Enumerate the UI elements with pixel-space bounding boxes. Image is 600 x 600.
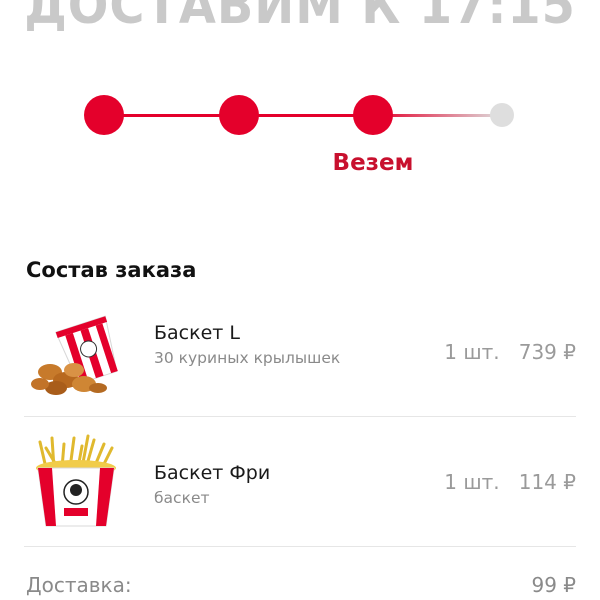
progress-step-2 bbox=[219, 95, 259, 135]
item-price: 739 ₽ bbox=[518, 340, 576, 364]
order-tracking-screen: ДОСТАВИМ К 17:15 Везем Состав заказа Бас… bbox=[0, 0, 600, 600]
item-description: баскет bbox=[154, 489, 210, 507]
progress-step-3 bbox=[353, 95, 393, 135]
fries-bucket-icon bbox=[36, 434, 116, 527]
delivery-label: Доставка: bbox=[26, 573, 132, 597]
chicken-bucket-icon bbox=[31, 315, 118, 395]
delivery-price: 99 ₽ bbox=[531, 573, 576, 597]
order-item: Баскет L 30 куриных крылышек 1 шт. 739 ₽ bbox=[0, 310, 600, 410]
item-quantity: 1 шт. bbox=[444, 470, 500, 494]
divider bbox=[24, 546, 576, 547]
item-quantity-price: 1 шт. 114 ₽ bbox=[444, 470, 576, 494]
order-contents-heading: Состав заказа bbox=[26, 258, 197, 282]
item-description: 30 куриных крылышек bbox=[154, 349, 341, 367]
item-name: Баскет Фри bbox=[154, 462, 271, 484]
item-quantity: 1 шт. bbox=[444, 340, 500, 364]
progress-step-4 bbox=[490, 103, 514, 127]
item-name: Баскет L bbox=[154, 322, 240, 344]
item-price: 114 ₽ bbox=[518, 470, 576, 494]
order-item: Баскет Фри баскет 1 шт. 114 ₽ bbox=[0, 430, 600, 530]
progress-step-1 bbox=[84, 95, 124, 135]
order-progress-tracker: Везем bbox=[0, 0, 600, 200]
item-quantity-price: 1 шт. 739 ₽ bbox=[444, 340, 576, 364]
divider bbox=[24, 416, 576, 417]
current-status-label: Везем bbox=[332, 150, 414, 176]
